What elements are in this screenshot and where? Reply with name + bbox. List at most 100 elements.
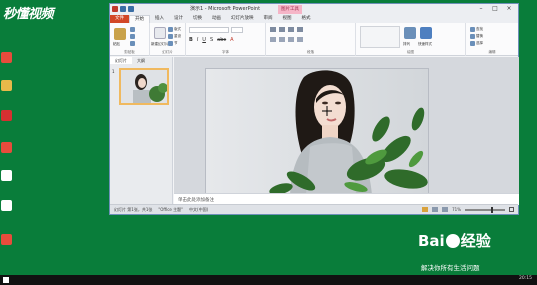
slide-canvas <box>174 57 519 194</box>
shadow-button[interactable]: S <box>210 37 213 43</box>
align-left-icon[interactable] <box>270 37 276 42</box>
arrange-icon[interactable] <box>404 27 416 39</box>
font-name-select[interactable] <box>189 27 229 33</box>
editing-label: 编辑 <box>488 50 496 54</box>
tab-outline[interactable]: 大纲 <box>132 57 150 64</box>
video-logo: 秒懂视频 <box>3 7 54 22</box>
brush-icon <box>130 41 135 46</box>
search-icon <box>470 27 475 32</box>
cut-icon <box>130 27 135 32</box>
numbering-icon[interactable] <box>279 27 285 32</box>
zoom-level: 71% <box>452 207 461 212</box>
editing-group: 查找 替换 选择 编辑 <box>466 23 518 56</box>
clipboard-group: 粘贴 剪贴板 <box>110 23 150 56</box>
paragraph-group: 段落 <box>266 23 356 56</box>
desktop: 秒懂视频 演示1 - Microsoft PowerPoint 图片工具 – □… <box>0 0 537 275</box>
fit-window-icon[interactable] <box>509 207 514 212</box>
desktop-app3-icon[interactable] <box>1 142 12 153</box>
slide-thumbnail[interactable] <box>119 68 169 105</box>
find-button[interactable]: 查找 <box>470 27 483 32</box>
desktop-file-icon[interactable] <box>1 170 12 181</box>
layout-button[interactable]: 版式 <box>168 27 181 32</box>
window-title: 演示1 - Microsoft PowerPoint <box>190 6 261 12</box>
section-button[interactable]: 节 <box>168 41 178 46</box>
normal-view-icon[interactable] <box>422 207 429 212</box>
slide[interactable] <box>205 68 429 194</box>
undo-icon[interactable] <box>128 6 134 12</box>
slide-number: 1 <box>112 69 115 74</box>
underline-button[interactable]: U <box>202 37 206 43</box>
minimize-button[interactable]: – <box>474 4 488 14</box>
baidu-jingyan-logo: Bai 经验 <box>418 232 491 250</box>
tab-view[interactable]: 视图 <box>278 15 297 23</box>
slide-pane: 幻灯片 大纲 1 <box>110 57 173 205</box>
tab-format[interactable]: 格式 <box>297 15 316 23</box>
align-right-icon[interactable] <box>288 37 294 42</box>
font-label: 字体 <box>222 50 229 54</box>
slides-group: 新建幻灯片 版式 重设 节 幻灯片 <box>150 23 186 56</box>
arrange-button[interactable]: 排列 <box>403 42 410 47</box>
picture-tools-context: 图片工具 <box>278 5 302 14</box>
tab-transitions[interactable]: 切换 <box>188 15 207 23</box>
section-icon <box>168 41 173 46</box>
woman-photo[interactable] <box>206 69 429 194</box>
desktop-file2-icon[interactable] <box>1 200 12 211</box>
tab-slides[interactable]: 幻灯片 <box>110 57 132 64</box>
replace-button[interactable]: 替换 <box>470 34 483 39</box>
sorter-view-icon[interactable] <box>432 207 439 212</box>
save-icon[interactable] <box>120 6 126 12</box>
tab-design[interactable]: 设计 <box>169 15 188 23</box>
tab-animations[interactable]: 动画 <box>207 15 226 23</box>
desktop-folder-icon[interactable] <box>1 80 12 91</box>
new-slide-button[interactable]: 新建幻灯片 <box>151 42 169 47</box>
bold-button[interactable]: B <box>189 37 193 43</box>
line-spacing-icon[interactable] <box>297 27 303 32</box>
close-button[interactable]: × <box>502 4 516 14</box>
indent-icon[interactable] <box>288 27 294 32</box>
reading-view-icon[interactable] <box>442 207 449 212</box>
paste-icon[interactable] <box>114 28 126 40</box>
bullets-icon[interactable] <box>270 27 276 32</box>
align-center-icon[interactable] <box>279 37 285 42</box>
maximize-button[interactable]: □ <box>488 4 502 14</box>
italic-button[interactable]: I <box>197 37 198 43</box>
tab-home[interactable]: 开始 <box>129 15 150 23</box>
language: 中文(中国) <box>189 207 209 212</box>
tab-slideshow[interactable]: 幻灯片放映 <box>226 15 259 23</box>
format-painter-button[interactable] <box>130 41 135 46</box>
font-color-button[interactable]: A <box>230 37 233 43</box>
baidu-slogan: 解决你所有生活问题 <box>421 264 480 272</box>
zoom-slider[interactable] <box>465 206 505 213</box>
tab-review[interactable]: 审阅 <box>259 15 278 23</box>
desktop-app2-icon[interactable] <box>1 110 12 121</box>
desktop-app4-icon[interactable] <box>1 234 12 245</box>
tab-file[interactable]: 文件 <box>110 15 129 23</box>
slide-info: 幻灯片 第1张，共1张 <box>114 207 153 212</box>
powerpoint-window: 演示1 - Microsoft PowerPoint 图片工具 – □ × 文件… <box>109 3 519 215</box>
reset-button[interactable]: 重设 <box>168 34 181 39</box>
app-icon[interactable] <box>112 6 118 12</box>
font-group: B I U S abc A 字体 <box>186 23 266 56</box>
copy-button[interactable] <box>130 34 135 39</box>
windows-start-icon[interactable] <box>3 277 9 283</box>
tab-insert[interactable]: 插入 <box>150 15 169 23</box>
paragraph-label: 段落 <box>307 50 314 54</box>
quick-styles-icon[interactable] <box>420 27 432 39</box>
taskbar: 20:15 <box>0 275 537 285</box>
paw-icon <box>445 234 460 248</box>
justify-icon[interactable] <box>297 37 303 42</box>
strike-button[interactable]: abc <box>217 37 226 43</box>
desktop-app-icon[interactable] <box>1 52 12 63</box>
quick-access-toolbar <box>112 6 134 12</box>
font-size-select[interactable] <box>231 27 243 33</box>
drawing-group: 排列 快速样式 绘图 <box>356 23 466 56</box>
paste-button[interactable]: 粘贴 <box>113 42 120 47</box>
ribbon-tabs: 文件 开始 插入 设计 切换 动画 幻灯片放映 审阅 视图 格式 <box>110 15 518 23</box>
shapes-gallery[interactable] <box>360 26 400 48</box>
slides-label: 幻灯片 <box>162 50 173 54</box>
quick-styles-button[interactable]: 快速样式 <box>418 42 432 47</box>
select-button[interactable]: 选择 <box>470 41 483 46</box>
cut-button[interactable] <box>130 27 135 32</box>
copy-icon <box>130 34 135 39</box>
new-slide-icon[interactable] <box>154 27 166 39</box>
